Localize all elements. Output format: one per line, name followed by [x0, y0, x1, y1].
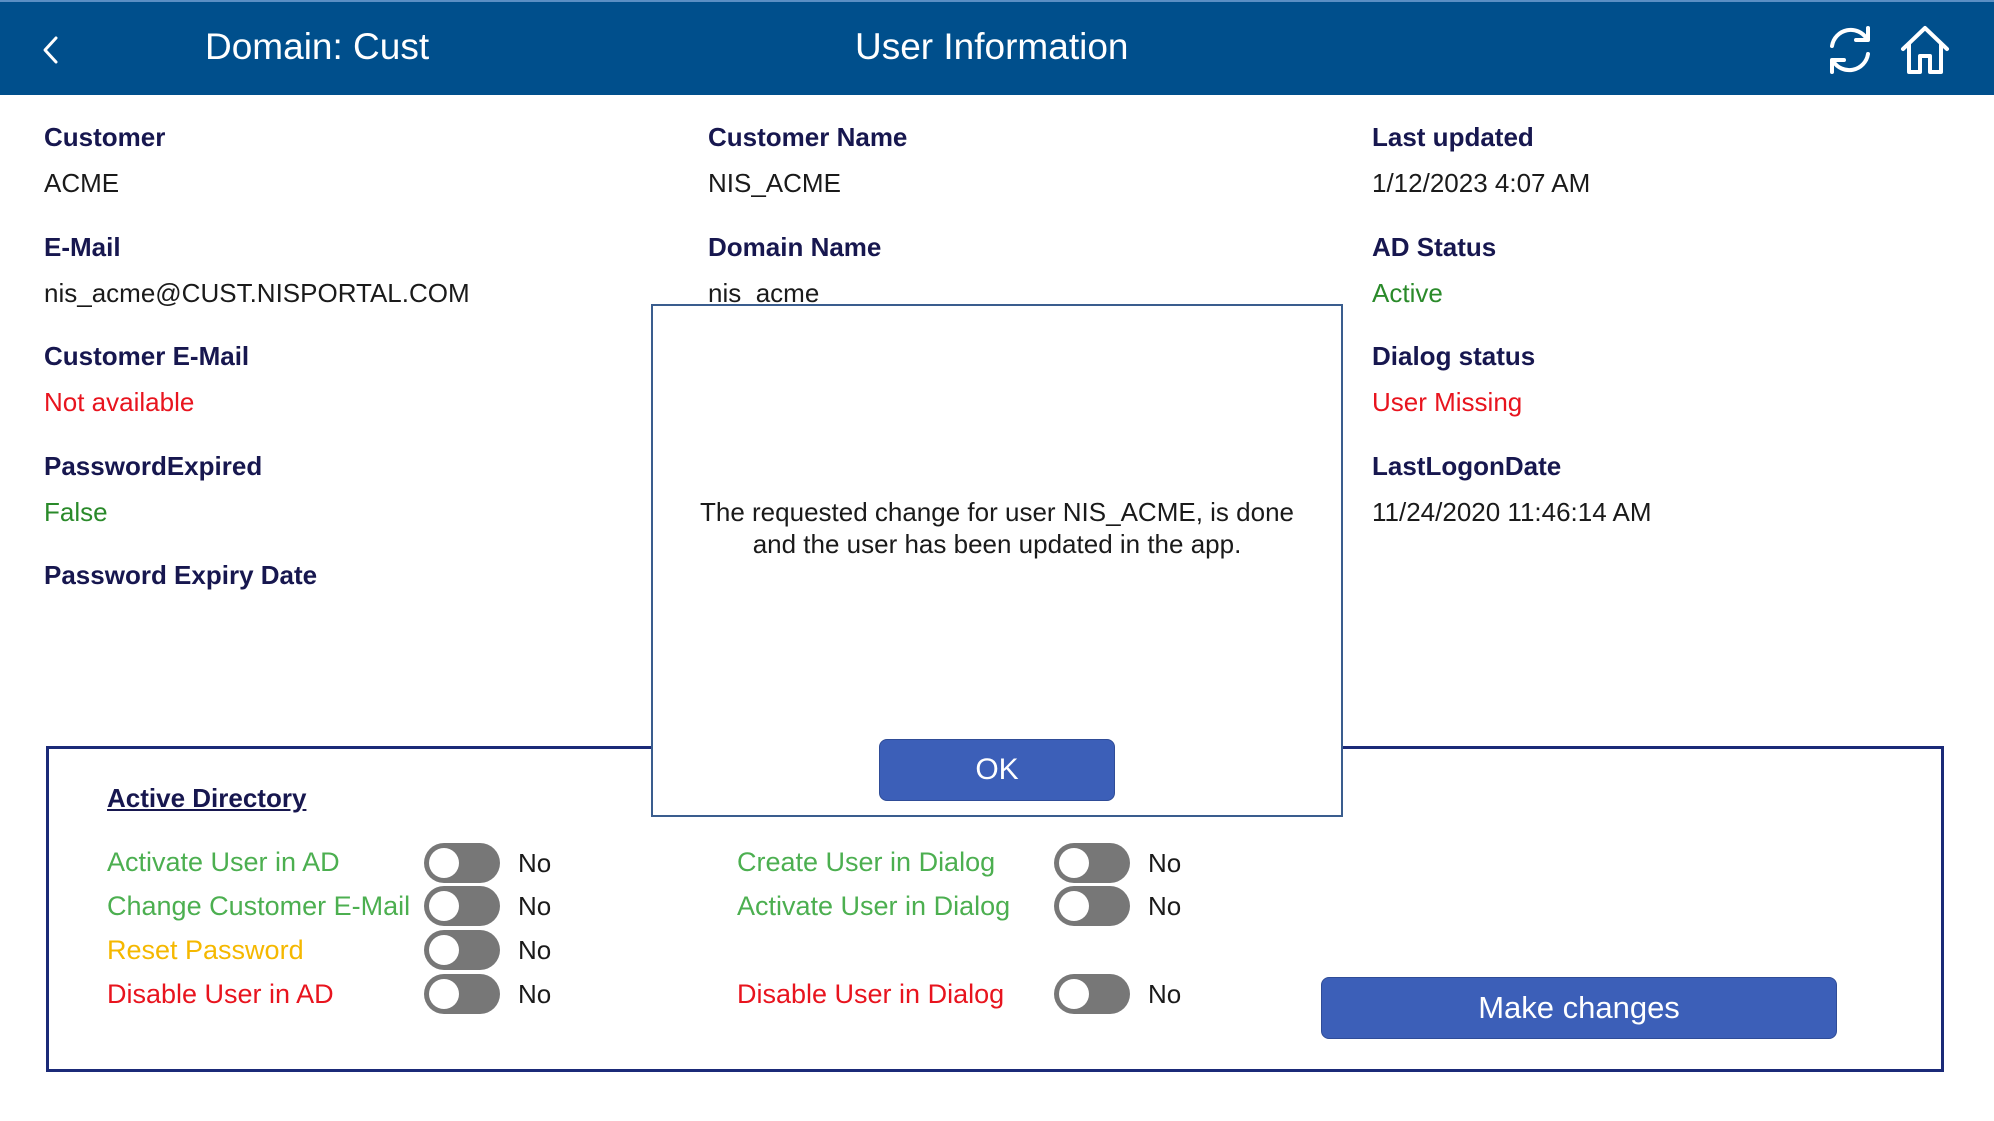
- password-expiry-date-label: Password Expiry Date: [44, 560, 318, 590]
- create-user-dialog-label: Create User in Dialog: [737, 847, 996, 877]
- email-label: E-Mail: [44, 232, 121, 262]
- last-logon-date-value: 11/24/2020 11:46:14 AM: [1372, 497, 1652, 527]
- make-changes-button[interactable]: Make changes: [1321, 977, 1837, 1039]
- toggle-knob: [429, 891, 459, 921]
- refresh-icon[interactable]: [1822, 22, 1878, 78]
- change-customer-email-toggle[interactable]: [424, 886, 500, 926]
- change-customer-email-state: No: [518, 891, 552, 921]
- dialog-status-value: User Missing: [1372, 387, 1523, 417]
- email-value: nis_acme@CUST.NISPORTAL.COM: [44, 278, 470, 308]
- disable-user-dialog-toggle[interactable]: [1054, 974, 1130, 1014]
- reset-password-state: No: [518, 935, 552, 965]
- activate-user-ad-toggle[interactable]: [424, 843, 500, 883]
- create-user-dialog-state: No: [1148, 848, 1182, 878]
- password-expired-label: PasswordExpired: [44, 451, 263, 481]
- disable-user-dialog-state: No: [1148, 979, 1182, 1009]
- reset-password-label: Reset Password: [107, 935, 304, 965]
- header-bar: Domain: Cust User Information: [0, 0, 1994, 95]
- activate-user-dialog-label: Activate User in Dialog: [737, 891, 1011, 921]
- customer-name-label: Customer Name: [708, 122, 908, 152]
- dialog-message: The requested change for user NIS_ACME, …: [700, 497, 1294, 559]
- toggle-knob: [429, 979, 459, 1009]
- disable-user-ad-state: No: [518, 979, 552, 1009]
- last-updated-value: 1/12/2023 4:07 AM: [1372, 168, 1591, 198]
- chevron-left-icon[interactable]: [38, 32, 64, 68]
- customer-label: Customer: [44, 122, 166, 152]
- disable-user-dialog-label: Disable User in Dialog: [737, 979, 1005, 1009]
- ok-button[interactable]: OK: [879, 739, 1115, 801]
- activate-user-dialog-toggle[interactable]: [1054, 886, 1130, 926]
- create-user-dialog-toggle[interactable]: [1054, 843, 1130, 883]
- toggle-knob: [429, 848, 459, 878]
- last-updated-label: Last updated: [1372, 122, 1534, 152]
- password-expired-value: False: [44, 497, 108, 527]
- disable-user-ad-toggle[interactable]: [424, 974, 500, 1014]
- disable-user-ad-label: Disable User in AD: [107, 979, 334, 1009]
- ad-status-value: Active: [1372, 278, 1443, 308]
- toggle-knob: [1059, 891, 1089, 921]
- toggle-knob: [1059, 848, 1089, 878]
- toggle-knob: [1059, 979, 1089, 1009]
- header-domain: Domain: Cust: [205, 26, 430, 67]
- dialog-status-label: Dialog status: [1372, 341, 1536, 371]
- change-customer-email-label: Change Customer E-Mail: [107, 891, 411, 921]
- home-icon[interactable]: [1900, 24, 1950, 76]
- activate-user-ad-state: No: [518, 848, 552, 878]
- active-directory-title[interactable]: Active Directory: [107, 783, 306, 814]
- customer-name-value: NIS_ACME: [708, 168, 841, 198]
- last-logon-date-label: LastLogonDate: [1372, 451, 1562, 481]
- customer-email-label: Customer E-Mail: [44, 341, 250, 371]
- toggle-knob: [429, 935, 459, 965]
- customer-email-value: Not available: [44, 387, 195, 417]
- confirmation-dialog: The requested change for user NIS_ACME, …: [651, 304, 1343, 817]
- customer-value: ACME: [44, 168, 120, 198]
- domain-name-label: Domain Name: [708, 232, 882, 262]
- ad-status-label: AD Status: [1372, 232, 1497, 262]
- page-title: User Information: [855, 26, 1129, 67]
- reset-password-toggle[interactable]: [424, 930, 500, 970]
- activate-user-ad-label: Activate User in AD: [107, 847, 340, 877]
- activate-user-dialog-state: No: [1148, 891, 1182, 921]
